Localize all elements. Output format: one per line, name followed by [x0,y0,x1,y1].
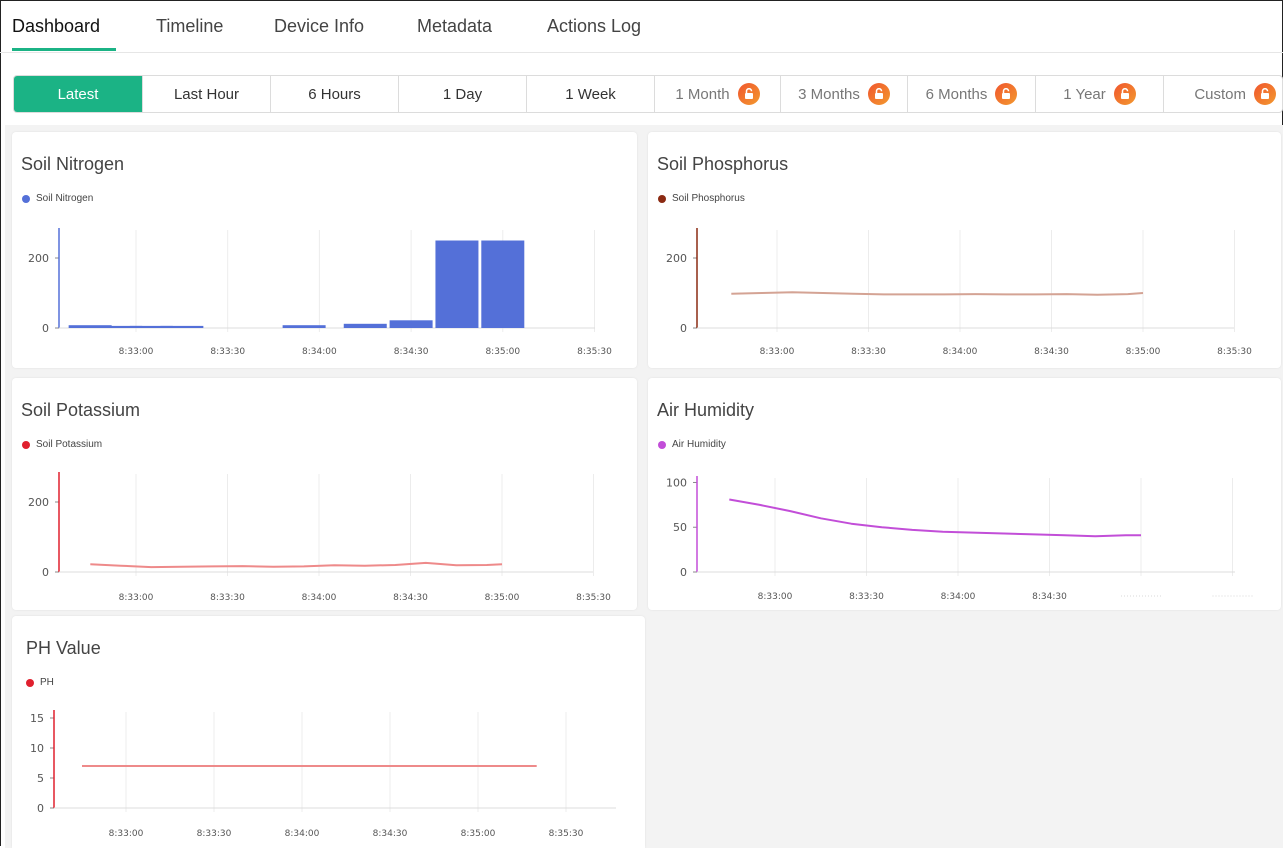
period-label: Custom [1194,85,1246,103]
tab-metadata[interactable]: Metadata [417,16,492,37]
bar [282,325,326,328]
widget-ph-value: PH Value PH 8:33:00 8:33:30 8:34:00 8:34:30… [12,616,645,848]
y-tick-label: 10 [30,742,44,755]
chart-potassium: 8:33:00 8:33:30 8:34:00 8:34:30 8:35:00 8:35:… [28,472,611,603]
y-tick-label: 0 [37,802,44,815]
period-6-hours[interactable]: 6 Hours [271,76,399,112]
series-line [731,291,1144,296]
y-tick-label: 0 [680,322,687,335]
period-label: 6 Hours [308,85,361,103]
widget-air-humidity: Air Humidity Air Humidity 8:33:00 8:33:30… [648,378,1281,610]
series-line [90,561,503,569]
period-label: 6 Months [925,85,988,103]
x-tick-label: 8:35:30 [549,829,584,839]
lock-icon [1113,83,1136,105]
x-tick-label: 8:34:30 [394,347,429,357]
period-label: 1 Day [442,85,483,103]
period-3-months[interactable]: 3 Months [781,76,908,112]
y-tick-label: 200 [28,496,49,509]
y-tick-label: 0 [42,322,49,335]
bar [435,240,479,328]
period-label: 3 Months [798,85,860,103]
widget-soil-nitrogen: Soil Nitrogen Soil Nitrogen 8:33:00 8:33:… [12,132,637,368]
period-label: 1 Year [1063,85,1106,103]
lock-icon [737,83,760,105]
x-tick-label: 8:34:00 [941,592,976,602]
top-tab-bar: Dashboard Timeline Device Info Metadata … [0,0,1283,53]
y-tick-label: 200 [666,252,687,265]
x-tick-label: 8:35:30 [576,593,611,603]
x-tick-label: 8:34:30 [1034,347,1069,357]
y-tick-label: 50 [673,521,687,534]
x-tick-label: 8:33:30 [210,347,245,357]
x-tick-label: 8:34:00 [943,347,978,357]
x-tick-label: 8:33:30 [197,829,232,839]
x-tick-label: 8:33:00 [109,829,144,839]
period-custom[interactable]: Custom [1164,76,1282,112]
x-tick-label: 8:34:30 [393,593,428,603]
chart-humidity: 8:33:00 8:33:30 8:34:00 8:34:30 0 50 100 [666,476,1253,602]
x-tick-label: 8:33:30 [851,347,886,357]
period-latest[interactable]: Latest [14,76,143,112]
series-line [729,498,1141,538]
period-1-day[interactable]: 1 Day [399,76,527,112]
x-tick-label: 8:35:30 [577,347,612,357]
tab-dashboard[interactable]: Dashboard [12,16,100,37]
y-tick-label: 5 [37,772,44,785]
x-tick-label: 8:33:30 [849,592,884,602]
bar [343,323,387,328]
y-tick-label: 200 [28,252,49,265]
x-tick-label: 8:35:00 [485,593,520,603]
chart-nitrogen: 8:33:00 8:33:30 8:34:00 8:34:30 8:35:00 8:35:… [28,228,612,357]
y-tick-label: 0 [680,566,687,579]
x-tick-label: 8:33:00 [760,347,795,357]
lock-icon [995,83,1018,105]
x-tick-label: 8:33:30 [210,593,245,603]
period-label: Latest [57,85,99,103]
x-tick-label: 8:33:00 [758,592,793,602]
tab-actions-log[interactable]: Actions Log [547,16,641,37]
lock-icon [867,83,890,105]
x-tick-label: 8:34:00 [285,829,320,839]
chart-ph: 8:33:00 8:33:30 8:34:00 8:34:30 8:35:00 8:35:… [30,710,616,839]
y-tick-label: 0 [42,566,49,579]
x-tick-label: 8:34:30 [373,829,408,839]
x-tick-label: 8:34:00 [302,347,337,357]
period-last-hour[interactable]: Last Hour [143,76,271,112]
y-tick-label: 15 [30,712,44,725]
period-selector: Latest Last Hour 6 Hours 1 Day 1 Week 1 … [13,75,1283,113]
period-label: 1 Week [565,85,616,103]
x-tick-label: 8:35:00 [461,829,496,839]
x-tick-label: 8:35:00 [485,347,520,357]
x-tick-label: 8:34:30 [1032,592,1067,602]
period-6-months[interactable]: 6 Months [908,76,1036,112]
lock-icon [1254,83,1276,105]
period-label: 1 Month [675,85,730,103]
tab-timeline[interactable]: Timeline [156,16,223,37]
widget-soil-potassium: Soil Potassium Soil Potassium 8:33:00 8:3… [12,378,637,610]
chart-phosphorus: 8:33:00 8:33:30 8:34:00 8:34:30 8:35:00 8:35:… [666,228,1252,357]
active-tab-indicator [12,48,116,51]
tab-device-info[interactable]: Device Info [274,16,364,37]
x-tick-label: 8:35:30 [1217,347,1252,357]
period-1-week[interactable]: 1 Week [527,76,655,112]
bar [481,240,525,328]
x-tick-label: 8:33:00 [119,593,154,603]
x-tick-label: 8:35:00 [1126,347,1161,357]
x-tick-label: 8:33:00 [119,347,154,357]
widget-soil-phosphorus: Soil Phosphorus Soil Phosphorus 8:33:00 8… [648,132,1281,368]
bar [389,320,433,328]
period-1-month[interactable]: 1 Month [655,76,781,112]
bar [160,325,204,328]
x-tick-label: 8:34:00 [302,593,337,603]
period-1-year[interactable]: 1 Year [1036,76,1164,112]
y-tick-label: 100 [666,476,687,489]
period-label: Last Hour [173,85,240,103]
